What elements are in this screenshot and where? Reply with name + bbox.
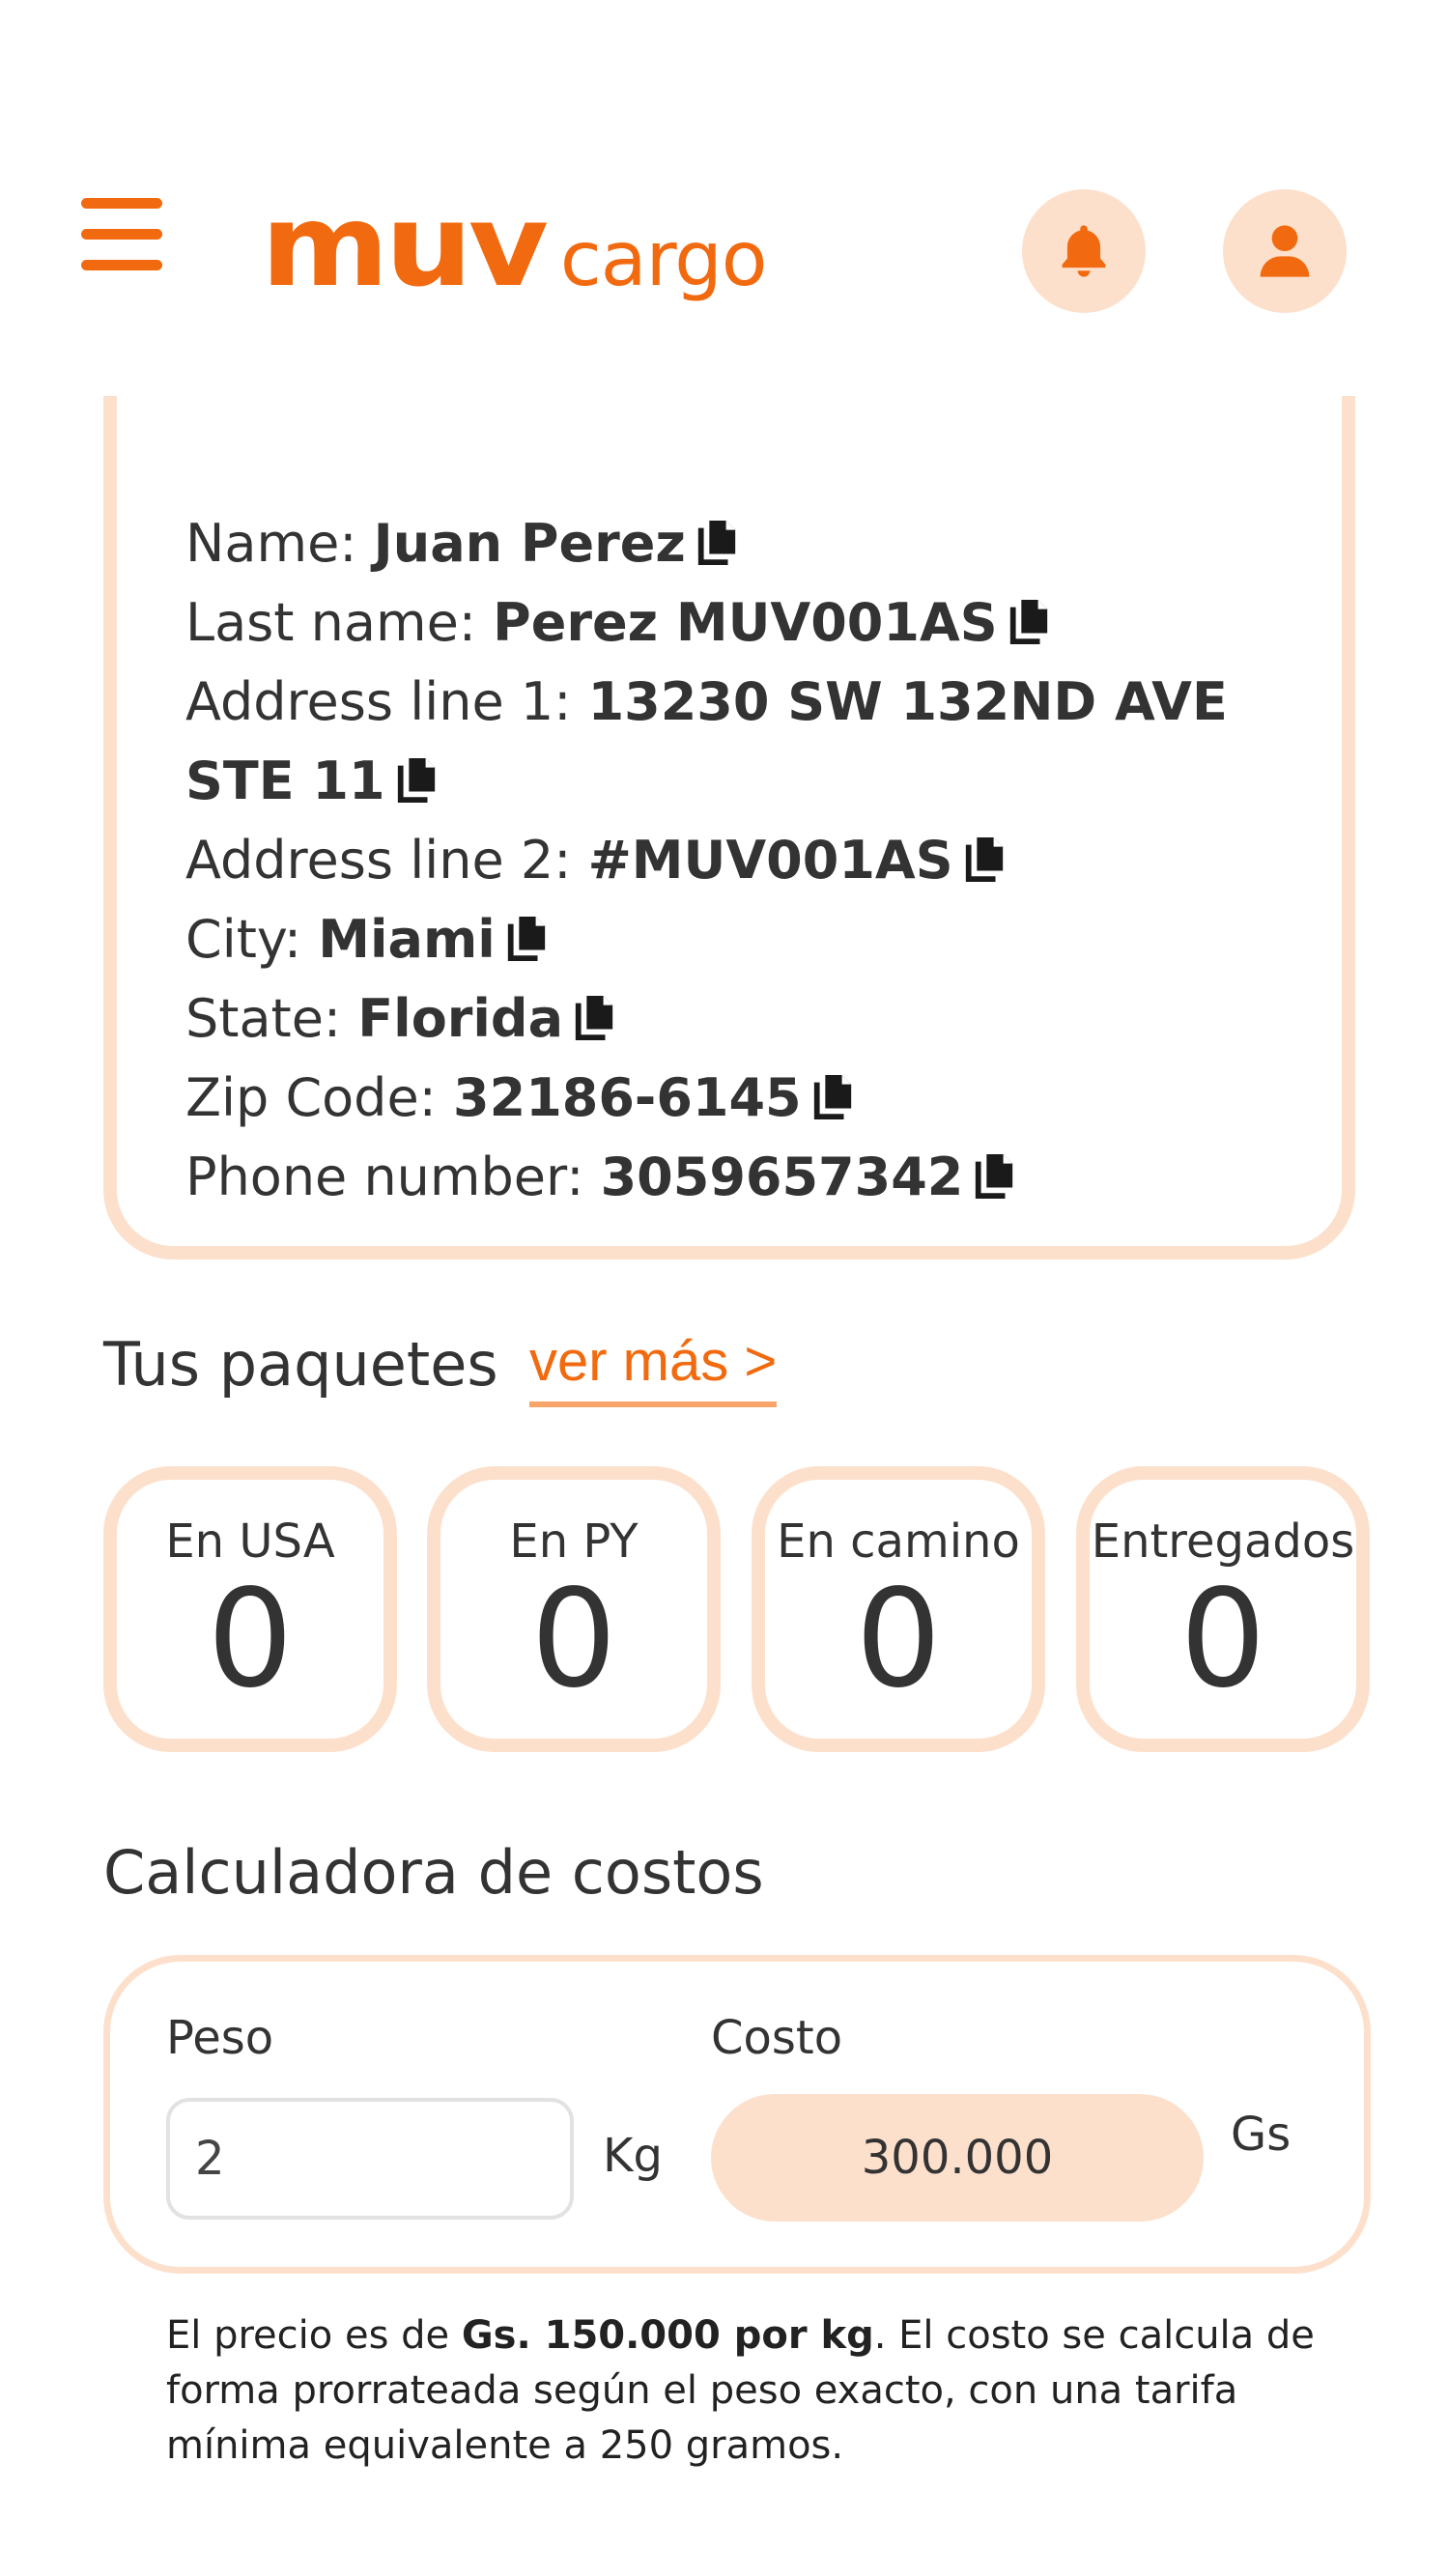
address-line-2: Address line 2: #MUV001AS [185, 821, 1306, 900]
package-count: 0 [530, 1561, 617, 1718]
address-zip: Zip Code: 32186-6145 [185, 1059, 1306, 1138]
address-details: Name: Juan Perez Last name: Perez MUV001… [185, 504, 1306, 1217]
weight-label: Peso [166, 2011, 274, 2065]
field-value: Juan Perez [373, 513, 686, 574]
address-name: Name: Juan Perez [185, 504, 1306, 583]
address-line-1: Address line 1: 13230 SW 132ND AVE STE 1… [185, 663, 1306, 821]
copy-icon[interactable] [507, 917, 546, 961]
user-icon [1260, 225, 1310, 277]
copy-icon[interactable] [965, 837, 1004, 882]
field-value: Florida [357, 988, 564, 1049]
profile-button[interactable] [1223, 189, 1347, 313]
address-state: State: Florida [185, 979, 1306, 1059]
package-count: 0 [1179, 1561, 1266, 1718]
cost-label: Costo [711, 2011, 843, 2065]
address-phone: Phone number: 3059657342 [185, 1138, 1306, 1217]
app-screen: muv cargo Name: Juan Perez Last name: Per… [0, 0, 1448, 2576]
field-label: Last name: [185, 592, 494, 653]
field-value: 32186-6145 [453, 1067, 802, 1128]
calculator-title: Calculadora de costos [103, 1837, 764, 1908]
copy-icon[interactable] [813, 1075, 852, 1119]
copy-icon[interactable] [1009, 600, 1048, 644]
field-value: 3059657342 [600, 1146, 964, 1207]
package-card-entregados[interactable]: Entregados 0 [1076, 1466, 1370, 1752]
note-price: Gs. 150.000 por kg [461, 2313, 874, 2358]
cost-unit: Gs [1231, 2108, 1292, 2162]
package-count: 0 [855, 1561, 942, 1718]
field-label: State: [185, 988, 358, 1049]
package-card-usa[interactable]: En USA 0 [103, 1466, 397, 1752]
field-label: City: [185, 909, 319, 970]
field-label: Zip Code: [185, 1067, 454, 1128]
copy-icon[interactable] [975, 1154, 1013, 1199]
bell-icon [1062, 225, 1106, 277]
notifications-button[interactable] [1022, 189, 1146, 313]
field-value: #MUV001AS [587, 830, 953, 891]
package-count: 0 [207, 1561, 294, 1718]
package-card-py[interactable]: En PY 0 [427, 1466, 721, 1752]
hamburger-menu-icon[interactable] [81, 198, 162, 271]
cost-output: 300.000 [711, 2094, 1204, 2222]
logo-cargo: cargo [559, 216, 768, 303]
weight-unit: Kg [603, 2129, 663, 2183]
field-label: Phone number: [185, 1146, 601, 1207]
packages-title: Tus paquetes [103, 1329, 498, 1400]
weight-input[interactable] [166, 2098, 574, 2220]
field-value: Perez MUV001AS [493, 592, 998, 653]
pricing-note: El precio es de Gs. 150.000 por kg. El c… [166, 2308, 1325, 2474]
field-value: Miami [318, 909, 496, 970]
copy-icon[interactable] [397, 758, 436, 803]
field-label: Name: [185, 513, 374, 574]
copy-icon[interactable] [697, 521, 736, 565]
logo-muv: muv [261, 179, 549, 312]
copy-icon[interactable] [575, 996, 613, 1040]
address-last-name: Last name: Perez MUV001AS [185, 583, 1306, 663]
see-more-link[interactable]: ver más > [529, 1329, 778, 1407]
note-prefix: El precio es de [166, 2313, 462, 2358]
address-city: City: Miami [185, 900, 1306, 979]
field-label: Address line 1: [185, 671, 588, 732]
field-label: Address line 2: [185, 830, 588, 891]
package-card-en-camino[interactable]: En camino 0 [752, 1466, 1045, 1752]
logo: muv cargo [261, 179, 768, 314]
